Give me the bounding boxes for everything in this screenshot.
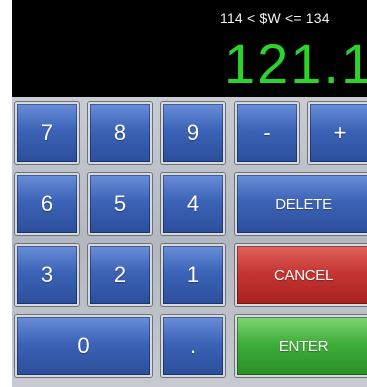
key-0[interactable]: 0 [15,315,152,377]
key-2[interactable]: 2 [88,244,152,306]
cancel-button[interactable]: CANCEL [235,244,367,306]
value-display: 114 < $W <= 134 121.1 [12,0,367,97]
key-9-label: 9 [186,120,200,145]
key-decimal-point[interactable]: . [161,315,225,377]
key-7[interactable]: 7 [15,102,79,164]
keypad: 7 8 9 - + 6 5 4 DELETE 3 2 1 CANCEL 0 . … [12,97,367,387]
key-5[interactable]: 5 [88,173,152,235]
key-decimal-point-label: . [189,333,197,358]
cancel-button-label: CANCEL [273,266,334,284]
delete-button-label: DELETE [275,195,332,213]
key-7-label: 7 [40,120,54,145]
key-plus[interactable]: + [308,102,367,164]
key-8[interactable]: 8 [88,102,152,164]
key-1[interactable]: 1 [161,244,225,306]
key-6-label: 6 [40,191,54,216]
key-plus-label: + [333,120,347,145]
entered-value: 121.1 [224,32,367,95]
key-9[interactable]: 9 [161,102,225,164]
enter-button[interactable]: ENTER [235,315,367,377]
key-minus[interactable]: - [235,102,299,164]
key-5-label: 5 [113,191,127,216]
key-3[interactable]: 3 [15,244,79,306]
enter-button-label: ENTER [278,337,329,355]
key-minus-label: - [263,120,271,145]
key-8-label: 8 [113,120,127,145]
numeric-keypad-dialog: 114 < $W <= 134 121.1 7 8 9 - + 6 5 4 DE… [0,0,367,387]
key-2-label: 2 [113,262,127,287]
key-4-label: 4 [186,191,200,216]
key-0-label: 0 [77,333,90,358]
delete-button[interactable]: DELETE [235,173,367,235]
range-constraint-label: 114 < $W <= 134 [220,10,330,26]
key-4[interactable]: 4 [161,173,225,235]
key-6[interactable]: 6 [15,173,79,235]
key-1-label: 1 [186,262,200,287]
key-3-label: 3 [40,262,54,287]
